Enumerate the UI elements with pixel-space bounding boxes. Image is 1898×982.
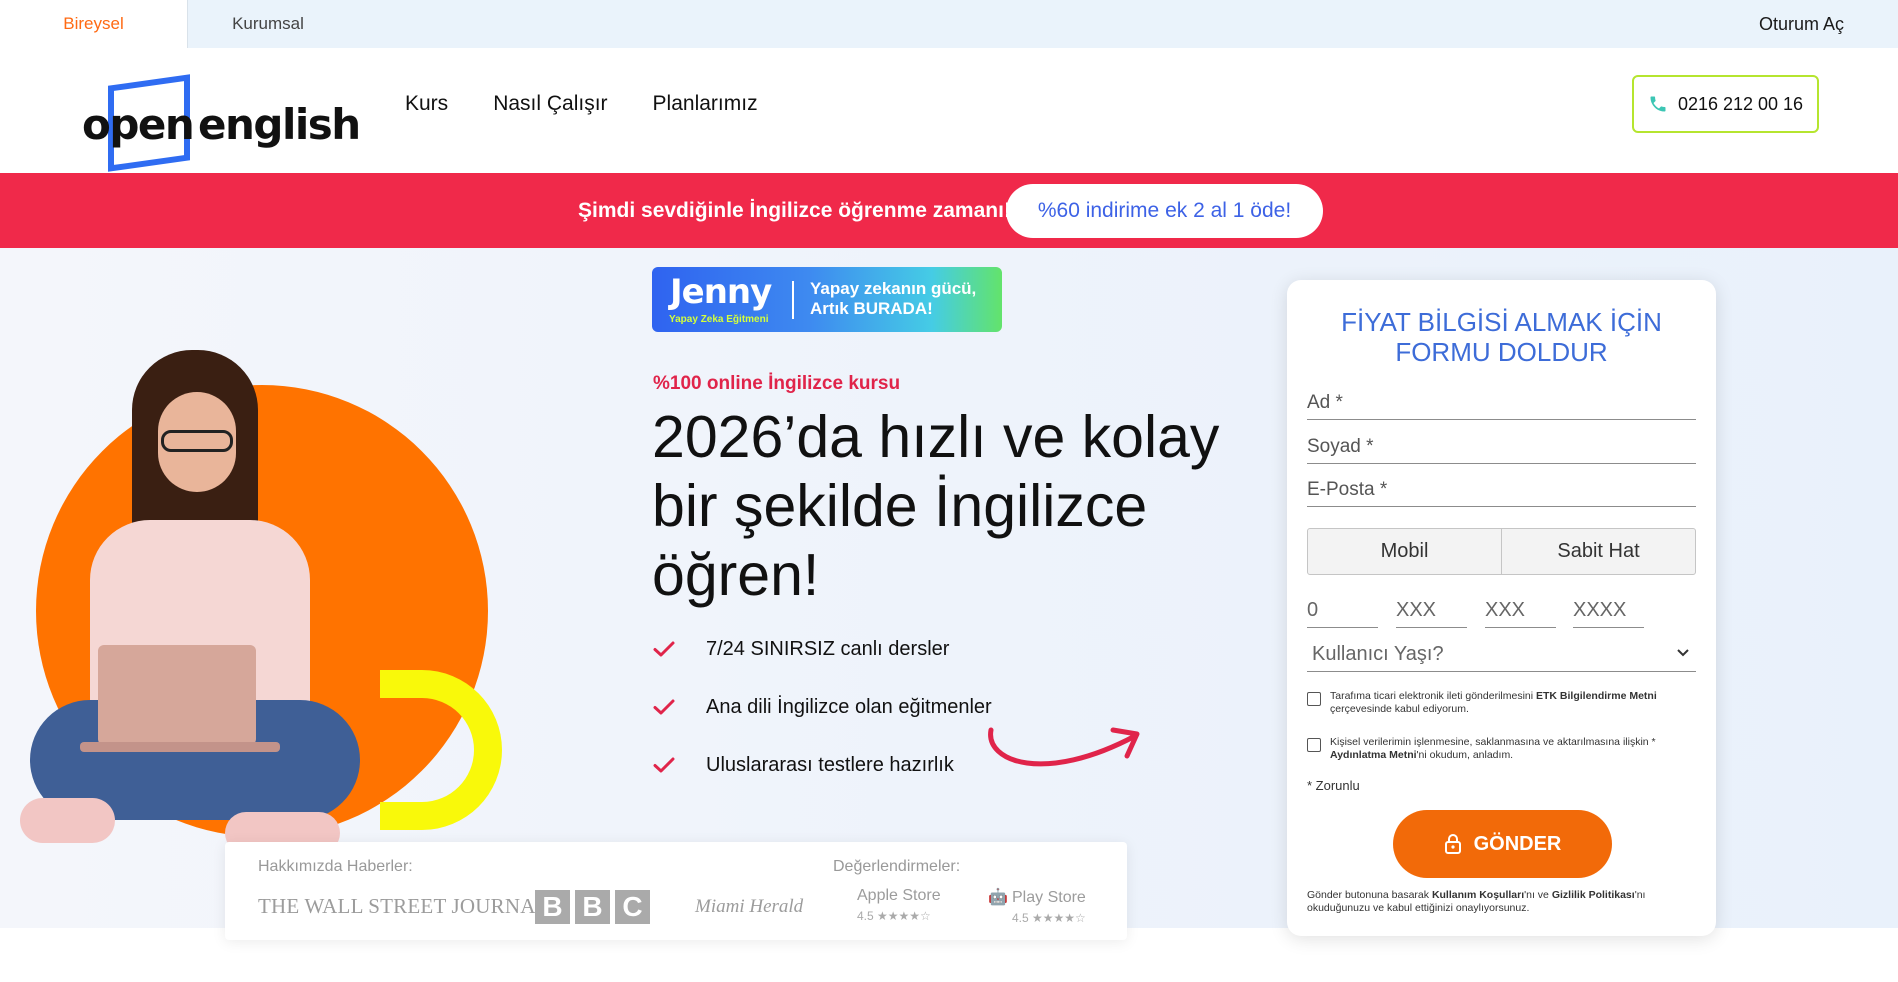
phone-area-field[interactable]: XXX bbox=[1396, 592, 1467, 628]
check-icon bbox=[653, 757, 675, 773]
lock-icon bbox=[1444, 834, 1461, 854]
age-select[interactable]: Kullanıcı Yaşı? bbox=[1307, 636, 1696, 672]
submit-button[interactable]: GÖNDER bbox=[1393, 810, 1612, 878]
promo-banner: Şimdi sevdiğinle İngilizce öğrenme zaman… bbox=[0, 173, 1898, 248]
phone-button[interactable]: 0216 212 00 16 bbox=[1632, 75, 1819, 133]
consent-privacy-text: Kişisel verilerimin işlenmesine, saklanm… bbox=[1330, 736, 1656, 761]
nav-item-how-it-works[interactable]: Nasıl Çalışır bbox=[493, 92, 607, 116]
privacy-notice-link[interactable]: Aydınlatma Metni bbox=[1330, 749, 1417, 761]
toggle-mobile[interactable]: Mobil bbox=[1308, 529, 1501, 574]
jenny-divider bbox=[792, 281, 794, 319]
feature-text: 7/24 SINIRSIZ canlı dersler bbox=[706, 637, 950, 660]
feature-text: Ana dili İngilizce olan eğitmenler bbox=[706, 695, 992, 718]
logo-word-english: english bbox=[198, 100, 361, 149]
nav-item-course[interactable]: Kurs bbox=[405, 92, 448, 116]
main-nav: Kurs Nasıl Çalışır Planlarımız bbox=[405, 92, 758, 116]
phone-number: 0216 212 00 16 bbox=[1677, 93, 1804, 114]
first-name-field[interactable]: Ad * bbox=[1307, 385, 1696, 420]
miami-herald-logo: Miami Herald bbox=[695, 896, 804, 917]
toggle-landline[interactable]: Sabit Hat bbox=[1501, 529, 1695, 574]
check-icon bbox=[653, 641, 675, 657]
phone-type-toggle: Mobil Sabit Hat bbox=[1307, 528, 1696, 575]
jenny-subtitle: Yapay Zeka Eğitmeni bbox=[669, 314, 769, 325]
check-icon bbox=[653, 699, 675, 715]
top-bar: Bireysel Kurumsal Oturum Aç bbox=[0, 0, 1898, 48]
consent-privacy-checkbox[interactable] bbox=[1307, 738, 1321, 752]
form-title: FİYAT BİLGİSİ ALMAK İÇİN FORMU DOLDUR bbox=[1341, 307, 1662, 367]
chevron-down-icon bbox=[1677, 649, 1689, 657]
consent-marketing-checkbox[interactable] bbox=[1307, 692, 1321, 706]
feature-item: Uluslararası testlere hazırlık bbox=[652, 736, 992, 794]
promo-text: Şimdi sevdiğinle İngilizce öğrenme zaman… bbox=[578, 198, 1011, 222]
email-field[interactable]: E-Posta * bbox=[1307, 472, 1696, 507]
apple-store-rating[interactable]: Apple Store 4.5 ★★★★☆ bbox=[833, 887, 941, 923]
site-header: open english Kurs Nasıl Çalışır Planları… bbox=[0, 48, 1898, 173]
nav-item-plans[interactable]: Planlarımız bbox=[653, 92, 758, 116]
consent-marketing: Tarafıma ticari elektronik ileti gönderi… bbox=[1307, 690, 1696, 716]
terms-text: Gönder butonuna basarak Kullanım Koşulla… bbox=[1307, 889, 1646, 914]
feature-list: 7/24 SINIRSIZ canlı dersler Ana dili İng… bbox=[652, 620, 992, 794]
consent-marketing-text: Tarafıma ticari elektronik ileti gönderi… bbox=[1330, 690, 1657, 715]
hero-subheading: %100 online İngilizce kursu bbox=[653, 373, 901, 394]
phone-part2-field[interactable]: XXXX bbox=[1573, 592, 1644, 628]
tab-corporate[interactable]: Kurumsal bbox=[188, 0, 348, 48]
phone-icon bbox=[1650, 96, 1666, 112]
etk-link[interactable]: ETK Bilgilendirme Metni bbox=[1536, 690, 1657, 702]
curved-arrow-icon bbox=[988, 727, 1140, 767]
required-note: * Zorunlu bbox=[1307, 778, 1360, 793]
open-english-logo[interactable]: open english bbox=[82, 64, 361, 172]
consent-privacy: Kişisel verilerimin işlenmesine, saklanm… bbox=[1307, 736, 1696, 762]
android-icon: 🤖 bbox=[988, 889, 1008, 906]
feature-item: Ana dili İngilizce olan eğitmenler bbox=[652, 678, 992, 736]
terms-of-use-link[interactable]: Kullanım Koşulları bbox=[1432, 889, 1524, 901]
promo-discount-button[interactable]: %60 indirime ek 2 al 1 öde! bbox=[1006, 184, 1323, 238]
jenny-name: Jenny bbox=[670, 272, 772, 312]
press-ratings-strip: Hakkımızda Haberler: Değerlendirmeler: T… bbox=[225, 842, 1127, 940]
phone-prefix-field[interactable]: 0 bbox=[1307, 592, 1378, 628]
privacy-policy-link[interactable]: Gizlilik Politikası bbox=[1552, 889, 1635, 901]
jenny-ai-banner[interactable]: Jenny Yapay Zeka Eğitmeni Yapay zekanın … bbox=[652, 267, 1002, 332]
logo-word-open: open bbox=[82, 100, 195, 149]
ratings-label: Değerlendirmeler: bbox=[833, 858, 961, 875]
bbc-logo: BBC bbox=[535, 890, 650, 924]
student-with-laptop-image bbox=[20, 350, 380, 855]
phone-part1-field[interactable]: XXX bbox=[1485, 592, 1556, 628]
last-name-field[interactable]: Soyad * bbox=[1307, 429, 1696, 464]
feature-text: Uluslararası testlere hazırlık bbox=[706, 753, 954, 776]
login-link[interactable]: Oturum Aç bbox=[1759, 0, 1844, 48]
submit-label: GÖNDER bbox=[1473, 832, 1562, 855]
play-store-rating[interactable]: 🤖 Play Store 4.5 ★★★★☆ bbox=[988, 887, 1086, 925]
jenny-tagline: Yapay zekanın gücü, Artık BURADA! bbox=[810, 279, 977, 318]
feature-item: 7/24 SINIRSIZ canlı dersler bbox=[652, 620, 992, 678]
age-select-label: Kullanıcı Yaşı? bbox=[1312, 643, 1444, 665]
press-label: Hakkımızda Haberler: bbox=[258, 858, 413, 875]
tab-personal[interactable]: Bireysel bbox=[0, 0, 188, 48]
wsj-logo: THE WALL STREET JOURNAL. bbox=[258, 894, 555, 918]
hero-headline: 2026’da hızlı ve kolay bir şekilde İngil… bbox=[652, 404, 1220, 608]
